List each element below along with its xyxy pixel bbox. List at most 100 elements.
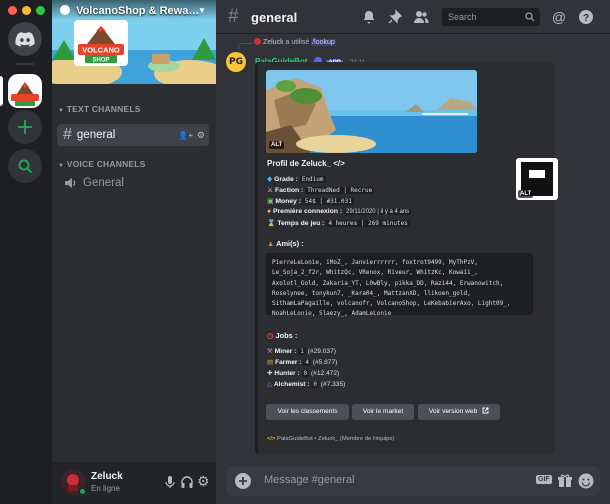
members-icon[interactable] xyxy=(413,9,429,25)
reply-action: a utilisé xyxy=(285,39,310,46)
at-icon[interactable]: @ xyxy=(551,9,567,25)
web-version-label: Voir version web xyxy=(428,408,478,415)
stat-grade: ◆ Grade : Endium xyxy=(267,175,326,183)
message-list: Zeluck a utilisé /lookup PG PalaGuideBot… xyxy=(216,34,610,462)
gift-icon[interactable] xyxy=(557,473,573,489)
stat-label: Temps de jeu : xyxy=(277,220,325,227)
text-channels-label: TEXT CHANNELS xyxy=(66,104,141,114)
stat-value: 54$ | #31.031 xyxy=(302,198,354,205)
stat-money: ▣ Money : 54$ | #31.031 xyxy=(267,197,354,205)
sword-icon: ✚ xyxy=(267,370,273,377)
search-input[interactable]: Search xyxy=(442,8,540,26)
voice-channel-general[interactable]: General xyxy=(57,172,209,194)
active-server-pill xyxy=(0,76,3,106)
bot-avatar[interactable]: PG xyxy=(226,52,246,72)
stat-label: Faction : xyxy=(274,187,304,194)
swords-icon: ⚔ xyxy=(267,187,274,194)
web-version-button[interactable]: Voir version web xyxy=(418,404,500,420)
help-icon[interactable]: ? xyxy=(578,9,594,25)
explore-servers-button[interactable] xyxy=(8,149,42,183)
channel-title: general xyxy=(251,10,298,25)
svg-text:SHOP: SHOP xyxy=(92,58,109,64)
embed-image[interactable]: ALT xyxy=(266,70,477,153)
server-badge-icon xyxy=(60,5,70,15)
explore-icon xyxy=(18,159,32,173)
chat-area: # general Search @ ? Zeluck a utilisé /l… xyxy=(216,0,610,504)
stat-value: 29/11/2020 | il y a 4 ans xyxy=(344,209,412,215)
bell-icon[interactable] xyxy=(361,9,377,25)
server-rail xyxy=(0,0,52,504)
close-window-button[interactable] xyxy=(8,6,17,15)
friends-title: Ami(s) : xyxy=(276,239,304,248)
hay-icon: ▤ xyxy=(267,359,274,366)
pickaxe-icon: ⚒ xyxy=(267,348,273,355)
volcano-logo-icon xyxy=(11,82,39,106)
stat-first-login: ● Première connexion : 29/11/2020 | il y… xyxy=(267,208,412,215)
hourglass-icon: ⌛ xyxy=(267,220,276,227)
job-rank: (#12.472) xyxy=(310,370,340,377)
job-hunter: ✚ Hunter : 0 (#12.472) xyxy=(267,369,339,377)
voice-channels-category[interactable]: ▼ VOICE CHANNELS xyxy=(58,159,146,169)
message-composer[interactable]: Message #general GIF xyxy=(226,466,600,496)
job-label: Alchemist : xyxy=(273,381,310,388)
embed-thumbnail[interactable]: ALT xyxy=(516,158,558,200)
thumbnail-skin-detail xyxy=(529,170,545,178)
gear-icon[interactable]: ⚙ xyxy=(197,473,210,490)
code-icon: </> xyxy=(267,436,276,442)
jobs-title: Jobs : xyxy=(275,331,298,340)
hash-icon: # xyxy=(63,126,72,143)
interaction-reference[interactable]: Zeluck a utilisé /lookup xyxy=(254,38,336,46)
invite-icon[interactable]: 👤+ xyxy=(178,131,193,140)
channel-general[interactable]: # general 👤+ ⚙ xyxy=(57,124,209,146)
job-miner: ⚒ Miner : 1 (#29.037) xyxy=(267,347,336,355)
message-input-placeholder: Message #general xyxy=(264,474,355,486)
alt-badge[interactable]: ALT xyxy=(269,141,285,149)
stat-playtime: ⌛ Temps de jeu : 4 heures | 269 minutes xyxy=(267,219,410,227)
money-icon: ▣ xyxy=(267,198,274,205)
voice-channel-label: General xyxy=(83,177,124,189)
text-channels-category[interactable]: ▼ TEXT CHANNELS xyxy=(58,104,141,114)
reply-spine xyxy=(238,43,252,49)
add-server-button[interactable] xyxy=(8,110,42,144)
username: Zeluck xyxy=(91,471,123,482)
job-rank: (#5.877) xyxy=(312,359,338,366)
add-server-icon xyxy=(18,120,32,134)
channel-sidebar: VOLCANO SHOP VolcanoShop & Rewa… ▼ ▼ TEX… xyxy=(52,0,216,504)
chevron-down-icon: ▼ xyxy=(58,108,65,114)
server-name-dropdown[interactable]: VolcanoShop & Rewa… xyxy=(60,5,210,17)
gear-icon[interactable]: ⚙ xyxy=(197,130,205,141)
flask-icon: △ xyxy=(267,381,273,388)
minimize-window-button[interactable] xyxy=(22,6,31,15)
job-label: Hunter : xyxy=(274,370,300,377)
job-farmer: ▤ Farmer : 4 (#5.877) xyxy=(267,358,337,366)
server-banner[interactable]: VOLCANO SHOP VolcanoShop & Rewa… ▼ xyxy=(52,0,216,84)
user-status: En ligne xyxy=(91,484,120,493)
voice-channels-label: VOICE CHANNELS xyxy=(66,159,146,169)
online-status-dot xyxy=(78,487,87,496)
job-rank: (#7.335) xyxy=(320,381,346,388)
leaderboard-button[interactable]: Voir les classements xyxy=(266,404,349,420)
job-label: Miner : xyxy=(274,348,297,355)
pin-icon[interactable] xyxy=(387,9,403,25)
chevron-down-icon: ▼ xyxy=(58,163,65,169)
clock-icon: ◷ xyxy=(267,331,274,340)
stat-label: Money : xyxy=(275,198,301,205)
job-alchemist: △ Alchemist : 0 (#7.335) xyxy=(267,380,345,388)
search-placeholder: Search xyxy=(448,12,477,22)
reply-command[interactable]: /lookup xyxy=(311,39,336,46)
channel-header: # general Search @ ? xyxy=(216,0,610,34)
gif-icon[interactable]: GIF xyxy=(536,475,552,484)
maximize-window-button[interactable] xyxy=(36,6,45,15)
mic-icon[interactable] xyxy=(164,475,176,489)
svg-text:VOLCANO: VOLCANO xyxy=(82,46,120,55)
emoji-icon[interactable] xyxy=(578,473,594,489)
speaker-icon xyxy=(65,178,76,188)
server-icon-volcanoshop[interactable] xyxy=(8,74,42,108)
plus-icon[interactable] xyxy=(235,473,251,489)
market-button[interactable]: Voir le market xyxy=(352,404,414,420)
alt-badge[interactable]: ALT xyxy=(518,190,534,198)
friends-heading: ▲ Ami(s) : xyxy=(267,239,304,248)
reply-avatar xyxy=(254,38,261,45)
headphones-icon[interactable] xyxy=(180,475,194,489)
home-button[interactable] xyxy=(8,22,42,56)
